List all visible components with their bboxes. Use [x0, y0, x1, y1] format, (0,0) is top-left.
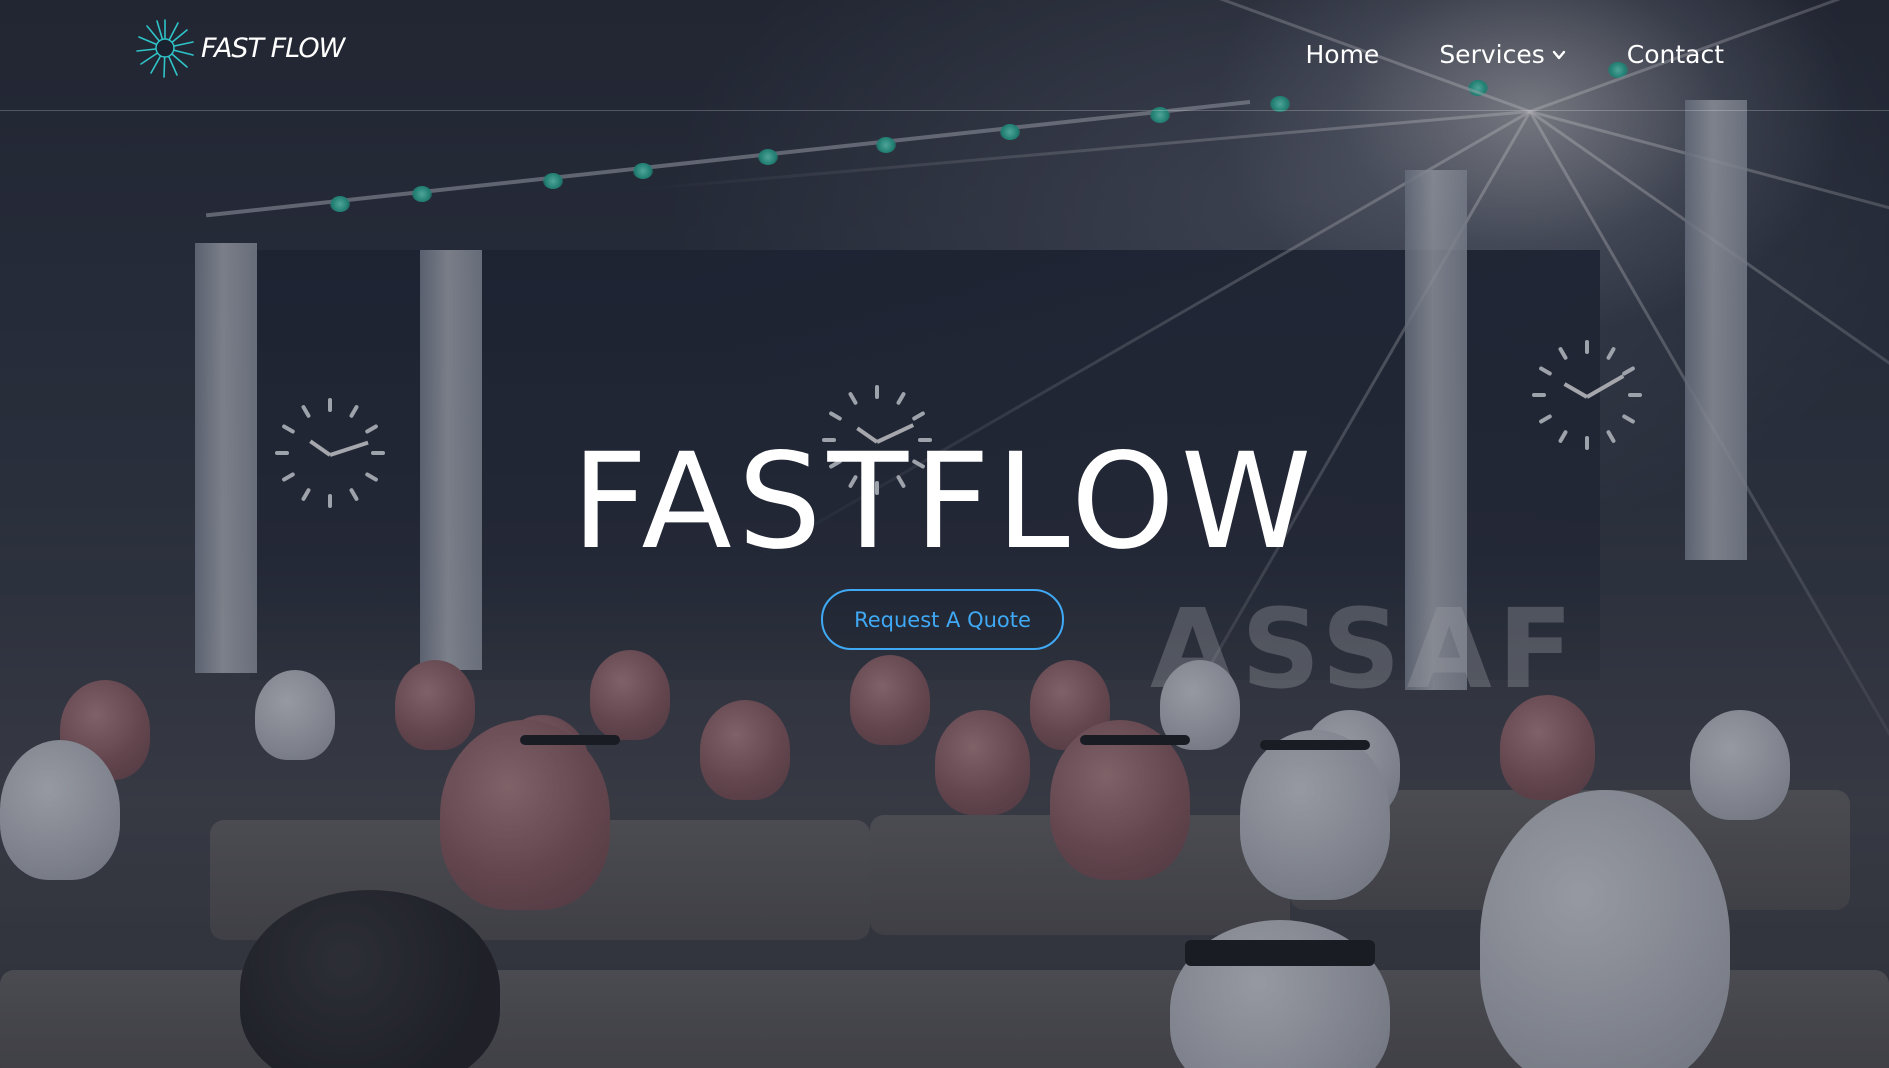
- top-navbar: FAST FLOW Home Services Contact: [0, 0, 1889, 111]
- hero-title: FASTFLOW: [571, 425, 1318, 579]
- logo-text: FAST FLOW: [201, 32, 345, 64]
- starburst-logo-icon: [136, 19, 194, 78]
- nav-item-label: Home: [1305, 40, 1380, 69]
- chevron-down-icon: [1552, 50, 1565, 59]
- nav-item-label: Services: [1439, 40, 1545, 69]
- hero-section: ASSAF FAST FLOW Home Services Contact FA…: [0, 0, 1889, 1068]
- nav-item-home[interactable]: Home: [1305, 40, 1379, 69]
- request-quote-button[interactable]: Request A Quote: [821, 589, 1064, 650]
- nav-menu: Home Services Contact: [1305, 40, 1724, 69]
- nav-item-contact[interactable]: Contact: [1627, 40, 1724, 69]
- brand-logo[interactable]: FAST FLOW: [133, 16, 345, 80]
- nav-item-label: Contact: [1626, 40, 1724, 69]
- nav-item-services[interactable]: Services: [1439, 40, 1566, 69]
